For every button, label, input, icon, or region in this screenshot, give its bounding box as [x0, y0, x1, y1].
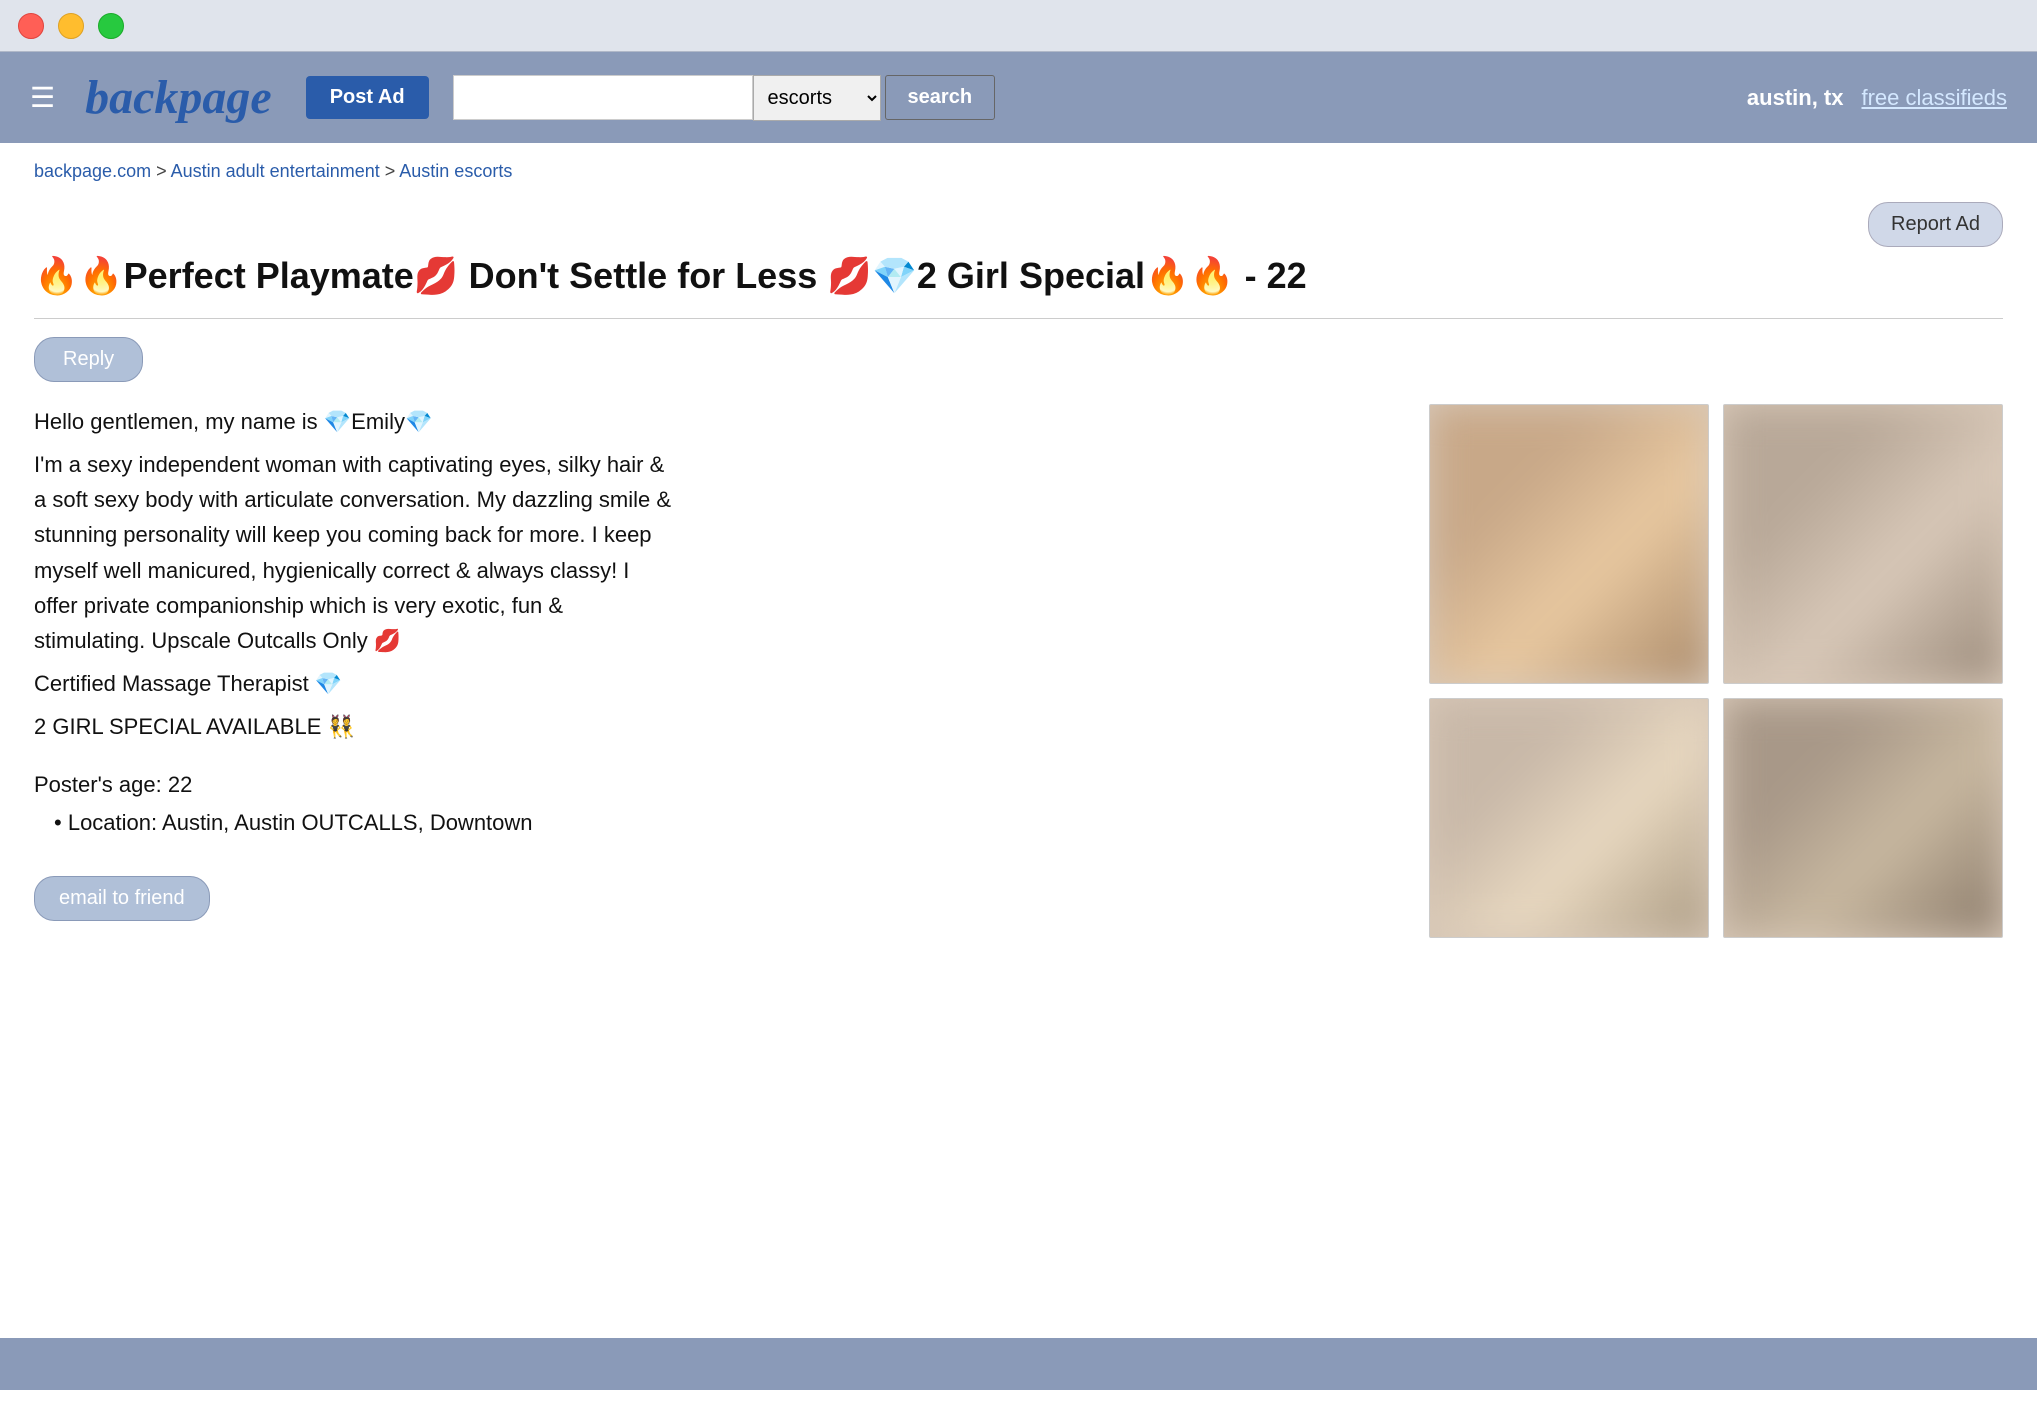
category-select[interactable]: escorts adult jobs massage dating [753, 75, 881, 121]
site-logo[interactable]: backpage [85, 70, 272, 125]
divider [34, 318, 2003, 319]
ad-title: 🔥🔥Perfect Playmate💋 Don't Settle for Les… [34, 253, 2003, 300]
ad-image-3[interactable] [1429, 698, 1709, 938]
location-value: Austin, Austin OUTCALLS, Downtown [162, 810, 533, 835]
ad-image-4[interactable] [1723, 698, 2003, 938]
free-classifieds-link[interactable]: free classifieds [1861, 85, 2007, 111]
breadcrumb: backpage.com > Austin adult entertainmen… [34, 161, 2003, 182]
ad-image-2[interactable] [1723, 404, 2003, 684]
minimize-button[interactable] [58, 13, 84, 39]
breadcrumb-sep2: > [380, 161, 400, 181]
ad-image-2-placeholder [1724, 405, 2002, 683]
poster-age-value: 22 [168, 772, 192, 797]
traffic-lights [18, 13, 124, 39]
email-friend-button[interactable]: email to friend [34, 876, 210, 921]
ad-body-line2: I'm a sexy independent woman with captiv… [34, 447, 674, 658]
images-grid [1429, 404, 2003, 938]
ad-body: Hello gentlemen, my name is 💎Emily💎 I'm … [34, 404, 2003, 938]
breadcrumb-category[interactable]: Austin adult entertainment [171, 161, 380, 181]
ad-image-3-placeholder [1430, 699, 1708, 937]
search-area: escorts adult jobs massage dating search [453, 75, 1153, 121]
ad-body-line3: Certified Massage Therapist 💎 [34, 666, 674, 701]
report-ad-button[interactable]: Report Ad [1868, 202, 2003, 247]
location-label: Location: [68, 810, 157, 835]
maximize-button[interactable] [98, 13, 124, 39]
poster-age-label: Poster's age: [34, 772, 162, 797]
window-chrome [0, 0, 2037, 52]
location-info: • Location: Austin, Austin OUTCALLS, Dow… [54, 810, 674, 836]
breadcrumb-home[interactable]: backpage.com [34, 161, 151, 181]
ad-image-1[interactable] [1429, 404, 1709, 684]
ad-text: Hello gentlemen, my name is 💎Emily💎 I'm … [34, 404, 674, 922]
header-right: austin, tx free classifieds [1747, 85, 2007, 111]
ad-body-line4: 2 GIRL SPECIAL AVAILABLE 👯 [34, 709, 674, 744]
search-input[interactable] [453, 75, 753, 120]
post-ad-button[interactable]: Post Ad [306, 76, 429, 119]
breadcrumb-subcategory[interactable]: Austin escorts [399, 161, 512, 181]
poster-age: Poster's age: 22 [34, 772, 674, 798]
ad-image-1-placeholder [1430, 405, 1708, 683]
ad-image-4-placeholder [1724, 699, 2002, 937]
hamburger-icon[interactable]: ☰ [30, 81, 55, 114]
page-content: backpage.com > Austin adult entertainmen… [0, 143, 2037, 1423]
report-section: Report Ad [34, 202, 2003, 247]
bottom-bar [0, 1338, 2037, 1390]
close-button[interactable] [18, 13, 44, 39]
ad-body-line1: Hello gentlemen, my name is 💎Emily💎 [34, 404, 674, 439]
breadcrumb-sep1: > [151, 161, 171, 181]
reply-button[interactable]: Reply [34, 337, 143, 382]
location-text: austin, tx [1747, 85, 1844, 111]
search-button[interactable]: search [885, 75, 996, 120]
header: ☰ backpage Post Ad escorts adult jobs ma… [0, 52, 2037, 143]
